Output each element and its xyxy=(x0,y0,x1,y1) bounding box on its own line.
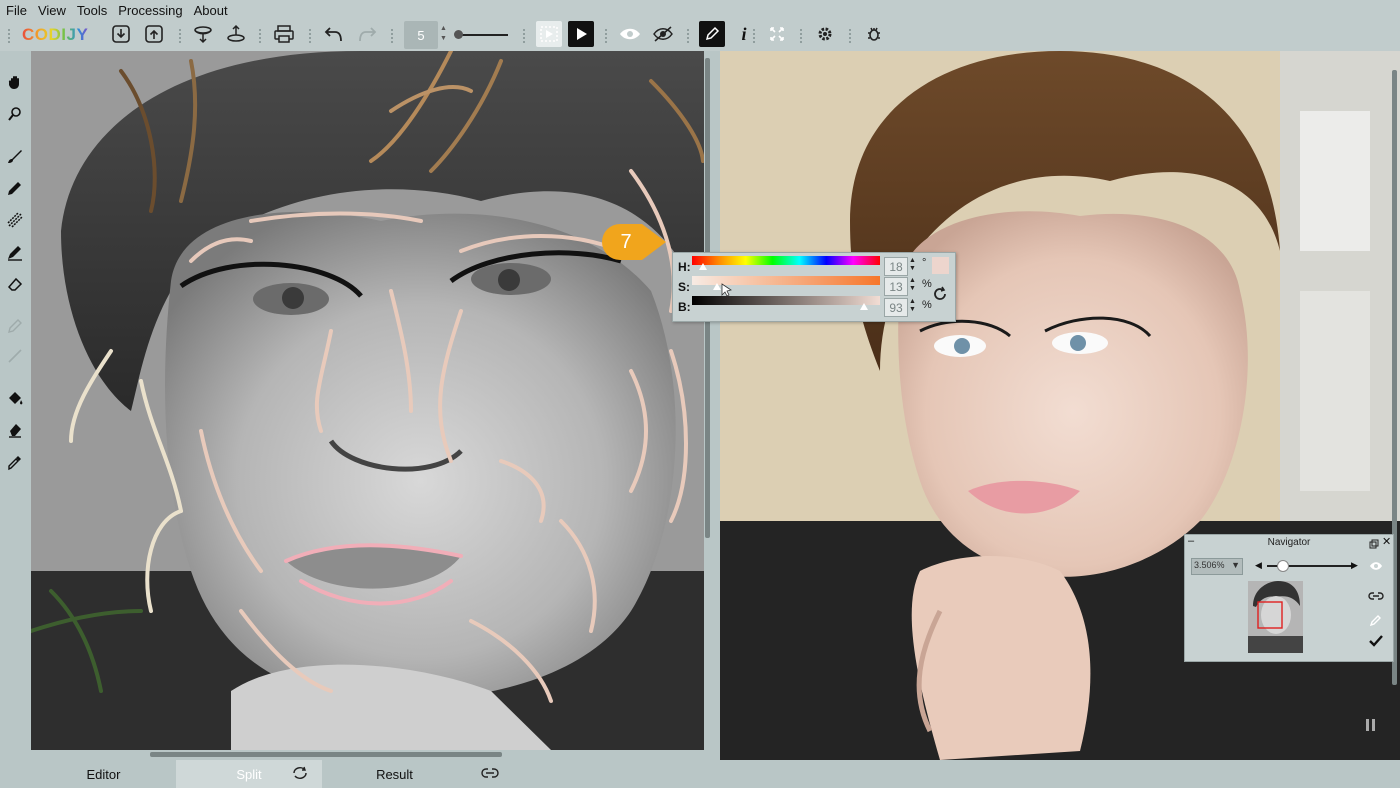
navigator-zoom-knob[interactable] xyxy=(1277,560,1289,572)
menu-processing[interactable]: Processing xyxy=(112,0,187,18)
eraser-icon[interactable] xyxy=(4,273,26,295)
toolbar-grip[interactable] xyxy=(752,28,756,44)
bug-icon[interactable] xyxy=(861,21,887,47)
menu-tools[interactable]: Tools xyxy=(71,0,112,18)
menu-about[interactable]: About xyxy=(188,0,233,18)
navigator-title: Navigator xyxy=(1267,537,1311,548)
color-swatch[interactable] xyxy=(932,257,949,274)
menu-view[interactable]: View xyxy=(32,0,71,18)
check-icon[interactable] xyxy=(1369,635,1385,649)
menu-file[interactable]: File xyxy=(0,0,32,18)
pen-disabled-icon[interactable] xyxy=(4,315,26,337)
toolbar-grip[interactable] xyxy=(522,28,526,44)
eye-icon[interactable] xyxy=(1369,559,1385,571)
brightness-unit: % xyxy=(922,299,932,311)
logo-text: CODIJY xyxy=(22,25,89,44)
toolbar-grip[interactable] xyxy=(178,28,182,44)
link-view-icon[interactable] xyxy=(481,766,499,780)
hue-slider[interactable] xyxy=(692,256,880,265)
navigator-zoom-select[interactable]: 3.506% ▼ xyxy=(1191,558,1243,575)
toolbar-grip[interactable] xyxy=(848,28,852,44)
eyedropper-icon[interactable] xyxy=(4,451,26,473)
redo-icon[interactable] xyxy=(354,21,380,47)
saturation-stepper[interactable]: ▲ ▼ xyxy=(908,277,917,294)
hue-slider-knob[interactable] xyxy=(699,263,707,270)
step-callout-number: 7 xyxy=(620,230,632,253)
navigator-float-icon[interactable] xyxy=(1369,537,1379,549)
fill-icon[interactable] xyxy=(4,387,26,409)
zoom-out-arrow-icon[interactable]: ◀ xyxy=(1255,560,1262,571)
pencil-icon[interactable] xyxy=(1369,613,1385,627)
zoom-icon[interactable] xyxy=(4,103,26,125)
hand-icon[interactable] xyxy=(4,71,26,93)
mouse-cursor-icon xyxy=(721,283,733,297)
saturation-label: S: xyxy=(678,280,690,294)
open-project-icon[interactable] xyxy=(223,21,249,47)
hatch-brush-icon[interactable] xyxy=(4,209,26,231)
toolbar-grip[interactable] xyxy=(686,28,690,44)
brightness-label: B: xyxy=(678,300,691,314)
toolbar-grip[interactable] xyxy=(390,28,394,44)
toolbar-grip[interactable] xyxy=(308,28,312,44)
bucket-eraser-icon[interactable] xyxy=(4,419,26,441)
brightness-slider-knob[interactable] xyxy=(860,303,868,310)
navigator-panel: – Navigator ✕ 3.506% ▼ ◀ ▶ xyxy=(1184,534,1394,662)
toolbar-grip[interactable] xyxy=(7,28,11,44)
pause-icon[interactable] xyxy=(1364,718,1378,732)
hue-label: H: xyxy=(678,260,691,274)
tab-result[interactable]: Result xyxy=(322,760,467,788)
pencil-icon[interactable] xyxy=(4,177,26,199)
swap-panes-icon[interactable] xyxy=(292,766,308,780)
brush-size-field[interactable]: 5 xyxy=(404,21,438,49)
reset-color-icon[interactable] xyxy=(932,286,950,304)
play-icon[interactable] xyxy=(568,21,594,47)
toolbar-grip[interactable] xyxy=(799,28,803,44)
preview-play-icon[interactable] xyxy=(536,21,562,47)
pen-icon[interactable] xyxy=(699,21,725,47)
navigator-thumbnail[interactable] xyxy=(1248,581,1303,653)
navigator-close-icon[interactable]: ✕ xyxy=(1382,535,1391,548)
export-icon[interactable] xyxy=(141,21,167,47)
saturation-unit: % xyxy=(922,278,932,290)
saturation-slider-knob[interactable] xyxy=(713,283,721,290)
hue-unit: ° xyxy=(922,257,927,269)
brush-icon[interactable] xyxy=(4,145,26,167)
view-tabs: Editor Split Result xyxy=(0,760,1400,788)
toolbar-grip[interactable] xyxy=(604,28,608,44)
hide-strokes-icon[interactable] xyxy=(650,21,676,47)
editor-horizontal-scrollbar[interactable] xyxy=(150,752,502,757)
eye-icon[interactable] xyxy=(617,21,643,47)
undo-icon[interactable] xyxy=(321,21,347,47)
brightness-stepper[interactable]: ▲ ▼ xyxy=(908,298,917,315)
editor-canvas[interactable] xyxy=(31,51,704,750)
print-icon[interactable] xyxy=(271,21,297,47)
hue-field[interactable]: 18 xyxy=(884,257,908,276)
hue-stepper[interactable]: ▲ ▼ xyxy=(908,257,917,274)
menu-bar: File View Tools Processing About xyxy=(0,0,1400,20)
saturation-field[interactable]: 13 xyxy=(884,277,908,296)
navigator-zoom-value: 3.506% xyxy=(1194,560,1225,570)
fit-icon[interactable] xyxy=(764,21,790,47)
color-panel: H: 18 ▲ ▼ ° S: 13 ▲ ▼ % B: 93 ▲ ▼ % xyxy=(672,252,956,322)
brush-size-slider-knob[interactable] xyxy=(454,30,463,39)
link-icon[interactable] xyxy=(1368,590,1386,604)
tab-editor[interactable]: Editor xyxy=(31,760,176,788)
marker-icon[interactable] xyxy=(4,241,26,263)
brightness-slider[interactable] xyxy=(692,296,880,305)
brightness-field[interactable]: 93 xyxy=(884,298,908,317)
toolbar-grip[interactable] xyxy=(258,28,262,44)
zoom-in-arrow-icon[interactable]: ▶ xyxy=(1351,560,1358,571)
settings-icon[interactable] xyxy=(812,21,838,47)
editor-pane[interactable] xyxy=(31,51,704,750)
brush-size-stepper[interactable]: ▲ ▼ xyxy=(440,24,447,44)
import-icon[interactable] xyxy=(108,21,134,47)
app-logo: CODIJY xyxy=(22,25,88,45)
brush-size-slider[interactable] xyxy=(456,34,508,36)
chevron-down-icon: ▼ xyxy=(1231,560,1240,570)
save-project-icon[interactable] xyxy=(190,21,216,47)
line-disabled-icon[interactable] xyxy=(4,345,26,367)
